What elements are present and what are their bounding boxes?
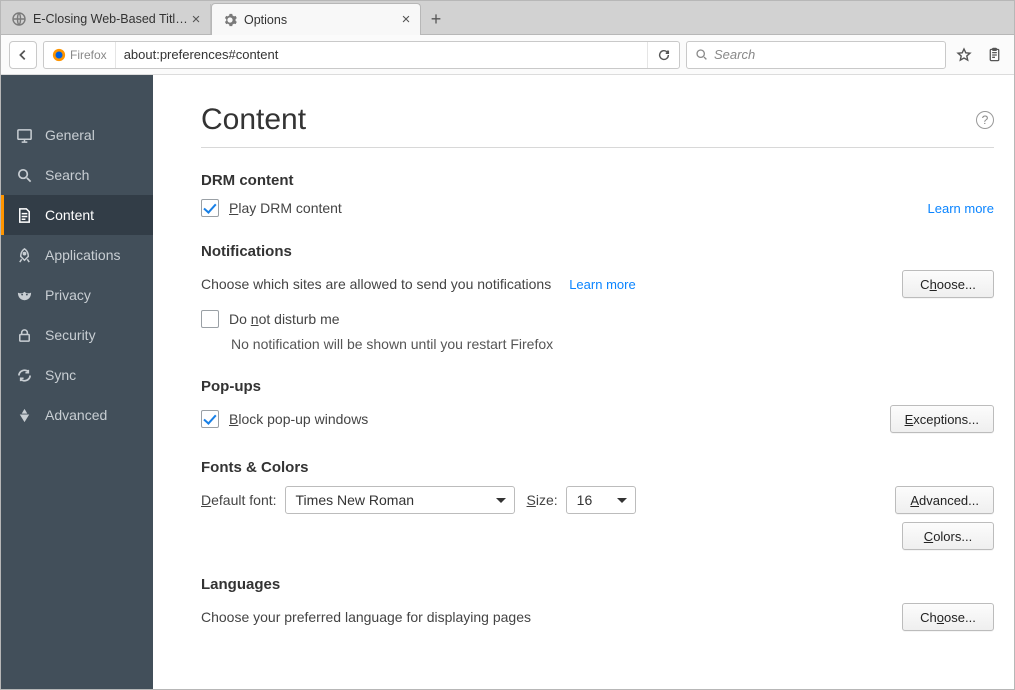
clipboard-icon[interactable]	[982, 43, 1006, 67]
colors-button[interactable]: Colors...	[902, 522, 994, 550]
notifications-learn-more-link[interactable]: Learn more	[569, 277, 635, 292]
checkbox-play-drm[interactable]	[201, 199, 219, 217]
search-icon	[695, 48, 708, 61]
select-value: 16	[577, 492, 593, 508]
url-text[interactable]: about:preferences#content	[116, 47, 647, 62]
size-label: Size:	[527, 492, 558, 508]
dnd-subtext: No notification will be shown until you …	[231, 336, 553, 352]
reload-button[interactable]	[647, 42, 679, 68]
document-icon	[15, 207, 33, 224]
chevron-down-icon	[617, 498, 627, 503]
sidebar-item-security[interactable]: Security	[1, 315, 153, 355]
sidebar-item-label: Sync	[45, 367, 76, 383]
rocket-icon	[15, 247, 33, 264]
bookmark-star-icon[interactable]	[952, 43, 976, 67]
default-font-label: Default font:	[201, 492, 277, 508]
page-title: Content ?	[201, 103, 994, 137]
advanced-button[interactable]: Advanced...	[895, 486, 994, 514]
sidebar-item-content[interactable]: Content	[1, 195, 153, 235]
search-bar[interactable]: Search	[686, 41, 946, 69]
globe-icon	[11, 11, 27, 27]
sidebar-item-label: Privacy	[45, 287, 91, 303]
checkbox-label: Do not disturb me	[229, 311, 340, 327]
back-button[interactable]	[9, 41, 37, 69]
section-fonts: Fonts & Colors Default font: Times New R…	[201, 459, 994, 550]
notifications-desc: Choose which sites are allowed to send y…	[201, 276, 551, 292]
tab-strip: E-Closing Web-Based Title an... × Option…	[1, 1, 1014, 35]
choose-language-button[interactable]: Choose...	[902, 603, 994, 631]
sidebar-item-search[interactable]: Search	[1, 155, 153, 195]
checkbox-label: Block pop-up windows	[229, 411, 368, 427]
help-icon[interactable]: ?	[976, 111, 994, 129]
url-bar[interactable]: Firefox about:preferences#content	[43, 41, 680, 69]
sidebar-item-sync[interactable]: Sync	[1, 355, 153, 395]
close-icon[interactable]: ×	[188, 11, 204, 27]
sidebar: General Search Content Applications Priv…	[1, 75, 153, 689]
font-size-select[interactable]: 16	[566, 486, 636, 514]
checkbox-block-popups[interactable]	[201, 410, 219, 428]
sidebar-item-privacy[interactable]: Privacy	[1, 275, 153, 315]
checkbox-label: Play DRM content	[229, 200, 342, 216]
section-languages: Languages Choose your preferred language…	[201, 576, 994, 631]
tab-active[interactable]: Options ×	[211, 3, 421, 35]
page-title-text: Content	[201, 103, 306, 137]
monitor-icon	[15, 127, 33, 144]
lock-icon	[15, 327, 33, 344]
section-drm: DRM content Play DRM content Learn more	[201, 172, 994, 217]
navbar: Firefox about:preferences#content Search	[1, 35, 1014, 75]
sidebar-item-advanced[interactable]: Advanced	[1, 395, 153, 435]
checkbox-dnd[interactable]	[201, 310, 219, 328]
select-value: Times New Roman	[296, 492, 415, 508]
choose-button[interactable]: Choose...	[902, 270, 994, 298]
new-tab-button[interactable]: +	[421, 4, 451, 34]
section-popups: Pop-ups Block pop-up windows Exceptions.…	[201, 378, 994, 433]
sync-icon	[15, 367, 33, 384]
sidebar-item-label: Advanced	[45, 407, 107, 423]
identity-label: Firefox	[70, 48, 107, 62]
tab-label: E-Closing Web-Based Title an...	[33, 12, 188, 26]
section-heading: DRM content	[201, 172, 994, 189]
languages-desc: Choose your preferred language for displ…	[201, 609, 531, 625]
sidebar-item-general[interactable]: General	[1, 115, 153, 155]
section-heading: Notifications	[201, 243, 994, 260]
search-placeholder: Search	[714, 47, 755, 62]
sidebar-item-applications[interactable]: Applications	[1, 235, 153, 275]
main: General Search Content Applications Priv…	[1, 75, 1014, 689]
tab-label: Options	[244, 13, 398, 27]
exceptions-button[interactable]: Exceptions...	[890, 405, 994, 433]
sidebar-item-label: Applications	[45, 247, 121, 263]
drm-learn-more-link[interactable]: Learn more	[928, 201, 994, 216]
chevron-down-icon	[496, 498, 506, 503]
firefox-icon	[52, 48, 66, 62]
sidebar-item-label: General	[45, 127, 95, 143]
section-notifications: Notifications Choose which sites are all…	[201, 243, 994, 352]
sidebar-item-label: Security	[45, 327, 96, 343]
default-font-select[interactable]: Times New Roman	[285, 486, 515, 514]
section-heading: Languages	[201, 576, 994, 593]
sidebar-item-label: Content	[45, 207, 94, 223]
close-icon[interactable]: ×	[398, 12, 414, 28]
identity-box[interactable]: Firefox	[44, 42, 116, 68]
search-icon	[15, 167, 33, 184]
gear-icon	[222, 12, 238, 28]
mask-icon	[15, 287, 33, 304]
content-pane: Content ? DRM content Play DRM content L…	[153, 75, 1014, 689]
wizard-icon	[15, 407, 33, 424]
sidebar-item-label: Search	[45, 167, 89, 183]
tab-background[interactable]: E-Closing Web-Based Title an... ×	[1, 4, 211, 34]
section-heading: Fonts & Colors	[201, 459, 994, 476]
section-heading: Pop-ups	[201, 378, 994, 395]
divider	[201, 147, 994, 148]
